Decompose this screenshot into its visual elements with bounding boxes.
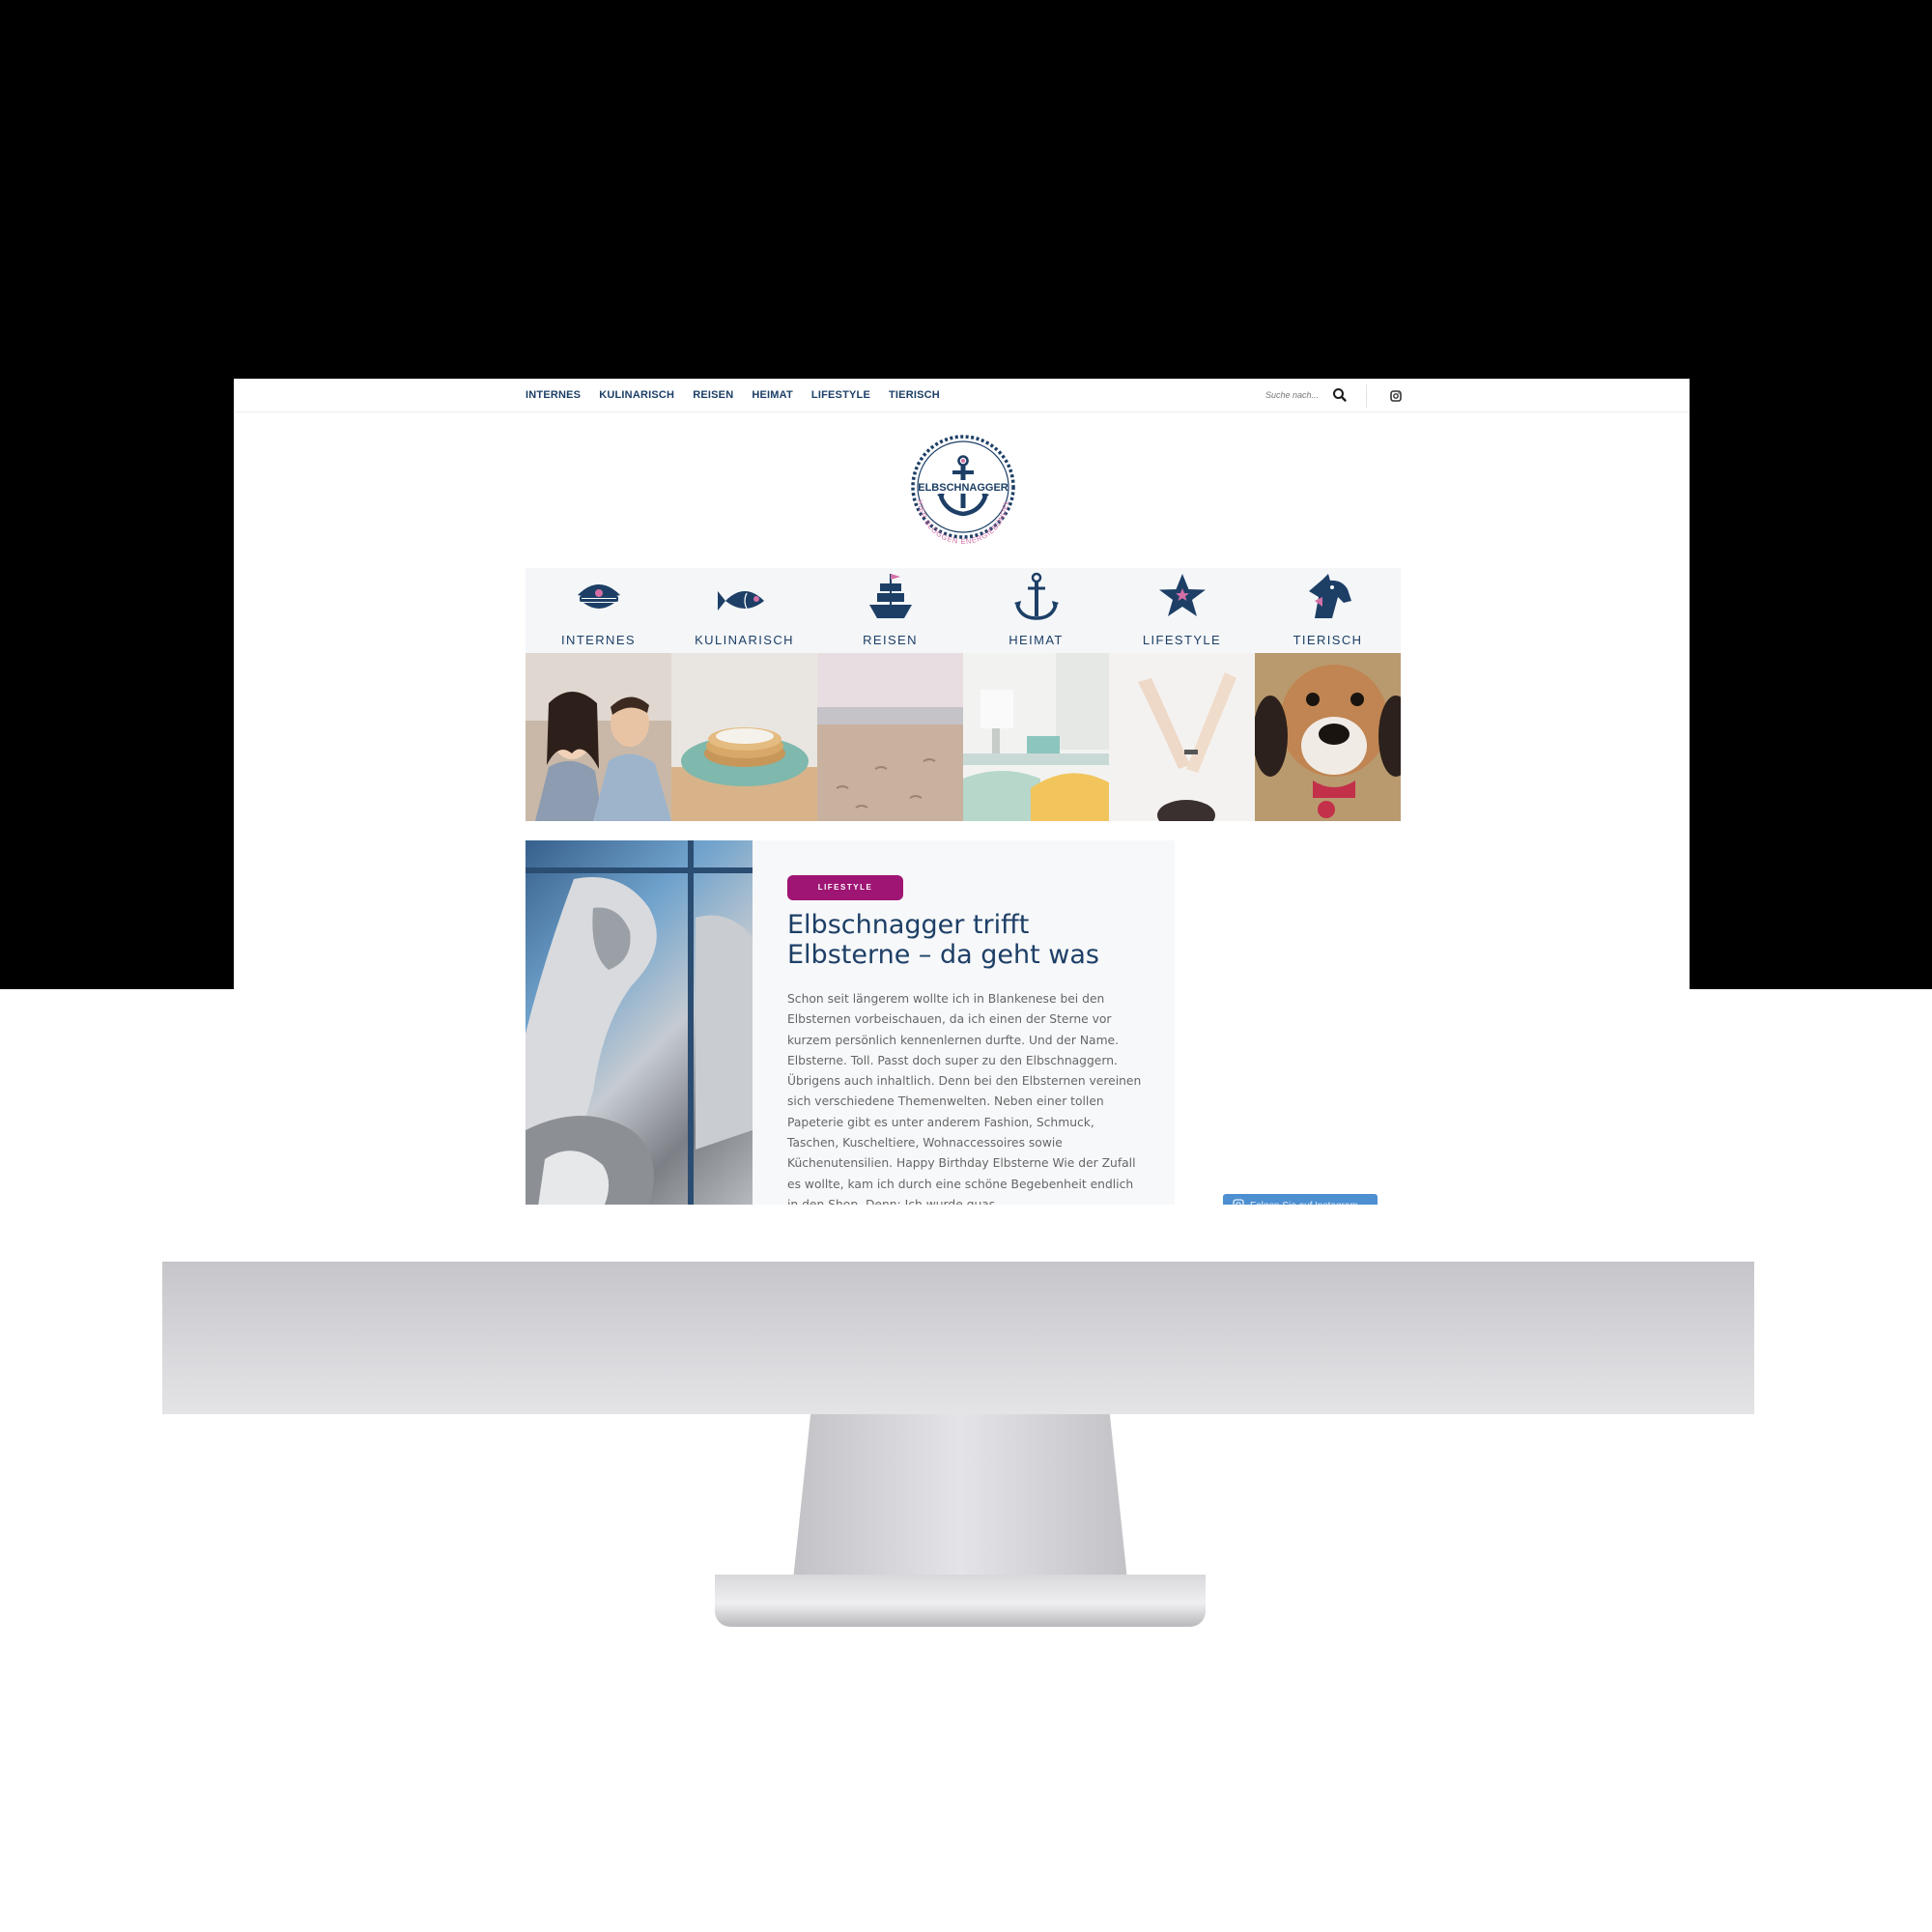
captain-hat-icon [578, 584, 620, 609]
browser-viewport: INTERNES KULINARISCH REISEN HEIMAT LIFES… [234, 379, 1690, 1205]
category-tile-lifestyle[interactable]: LIFESTYLE [1109, 568, 1255, 821]
site-logo[interactable]: ELBSCHNAGGER HIER BLOGGEN ENERGIEBÜNDEL [902, 433, 1024, 554]
instagram-follow-button[interactable]: Folgen Sie auf Instagram [1223, 1194, 1378, 1205]
monitor-stand-base [715, 1575, 1206, 1627]
category-photo [963, 653, 1109, 821]
category-label: KULINARISCH [695, 633, 794, 647]
category-photo [1255, 653, 1401, 821]
instagram-icon [1233, 1199, 1244, 1205]
category-label: LIFESTYLE [1142, 633, 1222, 647]
logo-text: ELBSCHNAGGER [918, 482, 1009, 494]
category-tile-kulinarisch[interactable]: KULINARISCH [671, 568, 817, 821]
post-image[interactable] [526, 840, 753, 1205]
category-tile-tierisch[interactable]: TIERISCH [1255, 568, 1401, 821]
category-tile-reisen[interactable]: REISEN [817, 568, 963, 821]
post-title[interactable]: Elbschnagger trifft Elbsterne – da geht … [787, 910, 1145, 970]
monitor-chin [162, 1262, 1754, 1414]
nav-item-kulinarisch[interactable]: KULINARISCH [599, 389, 674, 401]
anchor-icon [1014, 572, 1059, 620]
nav-item-lifestyle[interactable]: LIFESTYLE [811, 389, 870, 401]
instagram-icon[interactable] [1389, 388, 1403, 402]
featured-post: LIFESTYLE Elbschnagger trifft Elbsterne … [526, 840, 1175, 1205]
category-photo [526, 653, 671, 821]
category-tile-internes[interactable]: INTERNES [526, 568, 671, 821]
post-category-badge[interactable]: LIFESTYLE [787, 875, 903, 900]
post-excerpt: Schon seit längerem wollte ich in Blanke… [787, 992, 1142, 1205]
divider [1366, 384, 1367, 408]
instagram-follow-label: Folgen Sie auf Instagram [1250, 1196, 1358, 1205]
nav-item-tierisch[interactable]: TIERISCH [889, 389, 940, 401]
category-label: INTERNES [561, 633, 636, 647]
fish-icon [718, 591, 764, 611]
nav-item-internes[interactable]: INTERNES [526, 389, 581, 401]
main-nav: INTERNES KULINARISCH REISEN HEIMAT LIFES… [526, 389, 940, 401]
category-photo [1109, 653, 1255, 821]
category-photo [817, 653, 963, 821]
search-icon[interactable] [1331, 386, 1349, 404]
star-icon [1159, 574, 1206, 616]
category-label: REISEN [863, 633, 918, 647]
top-bar: INTERNES KULINARISCH REISEN HEIMAT LIFES… [234, 379, 1690, 412]
category-photo [671, 653, 817, 821]
category-grid: INTERNES KULINARISCH REISEN HEIMAT LIFES… [526, 568, 1401, 821]
category-tile-heimat[interactable]: HEIMAT [963, 568, 1109, 821]
category-label: HEIMAT [1009, 633, 1064, 647]
category-label: TIERISCH [1293, 633, 1363, 647]
ship-icon [869, 574, 912, 618]
nav-item-heimat[interactable]: HEIMAT [752, 389, 793, 401]
horse-head-icon [1309, 574, 1351, 618]
nav-item-reisen[interactable]: REISEN [693, 389, 733, 401]
search-input[interactable] [1265, 387, 1323, 403]
